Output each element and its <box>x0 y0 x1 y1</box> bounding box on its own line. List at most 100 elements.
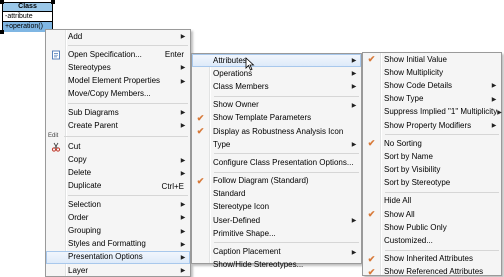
menu-item-sort-by-stereotype[interactable]: Sort by Stereotype <box>363 177 501 190</box>
submenu-arrow-icon: ▶ <box>180 78 186 85</box>
menu-item-label: Show Multiplicity <box>384 67 444 77</box>
menu-item-open-specification[interactable]: Open Specification... Enter <box>46 48 190 61</box>
menu-item-label: Hide All <box>384 196 412 206</box>
uml-class-name: Class <box>3 3 52 12</box>
menu-item-label: Styles and Formatting <box>68 239 146 249</box>
menu-item-attributes[interactable]: Attributes ▶ <box>192 54 361 68</box>
menu-item-delete[interactable]: Delete ▶ <box>46 167 190 180</box>
specification-icon <box>50 49 61 60</box>
resize-handle-bottom-left[interactable] <box>0 30 4 34</box>
menu-item-label: Customized... <box>384 236 433 246</box>
menu-item-show-initial-value[interactable]: ✔ Show Initial Value <box>363 53 501 66</box>
checkmark-icon: ✔ <box>367 209 376 220</box>
uml-class-shape[interactable]: Class -attribute +operation() <box>2 2 53 32</box>
menu-item-type[interactable]: Type ▶ <box>192 138 361 151</box>
checkmark-icon: ✔ <box>196 112 205 123</box>
menu-item-label: Attributes <box>213 55 247 65</box>
menu-item-model-element-properties[interactable]: Model Element Properties ▶ <box>46 75 190 88</box>
menu-item-add[interactable]: Add ▶ <box>46 30 190 43</box>
menu-item-show-public-only[interactable]: Show Public Only <box>363 221 501 234</box>
checkmark-icon: ✔ <box>196 125 205 136</box>
menu-item-standard[interactable]: Standard <box>192 188 361 201</box>
menu-item-label: Show All <box>384 209 415 219</box>
menu-item-hide-all[interactable]: Hide All <box>363 195 501 208</box>
menu-item-show-hide-stereotypes[interactable]: Show/Hide Stereotypes... <box>192 259 361 272</box>
menu-item-label: Open Specification... <box>68 49 142 59</box>
menu-item-label: Layer <box>68 265 89 275</box>
resize-handle-top-right[interactable] <box>51 0 55 4</box>
menu-item-styles-and-formatting[interactable]: Styles and Formatting ▶ <box>46 238 190 251</box>
menu-item-label: Primitive Shape... <box>213 228 276 238</box>
menu-item-class-members[interactable]: Class Members ▶ <box>192 80 361 93</box>
menu-item-label: Caption Placement <box>213 247 281 257</box>
checkmark-icon: ✔ <box>196 175 205 186</box>
submenu-arrow-icon: ▶ <box>491 123 497 130</box>
menu-item-follow-diagram-standard[interactable]: ✔ Follow Diagram (Standard) <box>192 175 361 188</box>
submenu-arrow-icon: ▶ <box>351 142 357 149</box>
menu-item-show-type[interactable]: Show Type ▶ <box>363 93 501 106</box>
menu-item-show-all[interactable]: ✔ Show All <box>363 208 501 221</box>
menu-item-order[interactable]: Order ▶ <box>46 211 190 224</box>
menu-item-duplicate[interactable]: Duplicate Ctrl+E <box>46 180 190 193</box>
menu-item-show-property-modifiers[interactable]: Show Property Modifiers ▶ <box>363 119 501 132</box>
menu-item-no-sorting[interactable]: ✔ No Sorting <box>363 137 501 150</box>
menu-item-display-as-robustness-analysis-icon[interactable]: ✔ Display as Robustness Analysis Icon <box>192 125 361 138</box>
menu-item-stereotype-icon[interactable]: Stereotype Icon <box>192 201 361 214</box>
menu-item-label: Standard <box>213 189 246 199</box>
menu-item-operations[interactable]: Operations ▶ <box>192 67 361 80</box>
uml-class-attribute[interactable]: -attribute <box>3 12 52 22</box>
menu-item-shortcut: Ctrl+E <box>161 181 184 191</box>
resize-handle-top-left[interactable] <box>0 0 4 4</box>
menu-item-label: Delete <box>68 168 92 178</box>
menu-item-show-inherited-attributes[interactable]: ✔ Show Inherited Attributes <box>363 253 501 266</box>
menu-item-label: Show Template Parameters <box>213 113 312 123</box>
menu-item-stereotypes[interactable]: Stereotypes ▶ <box>46 61 190 74</box>
menu-item-label: Show Referenced Attributes <box>384 267 484 277</box>
menu-item-grouping[interactable]: Grouping ▶ <box>46 224 190 237</box>
menu-item-primitive-shape[interactable]: Primitive Shape... <box>192 227 361 240</box>
checkmark-icon: ✔ <box>367 138 376 149</box>
menu-item-label: Create Parent <box>68 120 118 130</box>
submenu-arrow-icon: ▶ <box>180 65 186 72</box>
menu-item-sort-by-name[interactable]: Sort by Name <box>363 150 501 163</box>
menu-item-sub-diagrams[interactable]: Sub Diagrams ▶ <box>46 106 190 119</box>
submenu-arrow-icon: ▶ <box>180 254 186 261</box>
menu-item-cut[interactable]: Cut <box>46 140 190 153</box>
menu-item-configure-class-presentation-options[interactable]: Configure Class Presentation Options... <box>192 156 361 169</box>
menu-item-user-defined[interactable]: User-Defined ▶ <box>192 214 361 227</box>
menu-item-show-owner[interactable]: Show Owner ▶ <box>192 99 361 112</box>
submenu-arrow-icon: ▶ <box>180 170 186 177</box>
menu-item-label: Suppress Implied "1" Multiplicity <box>384 107 498 117</box>
submenu-arrow-icon: ▶ <box>351 84 357 91</box>
scissors-icon <box>50 141 61 152</box>
menu-item-selection[interactable]: Selection ▶ <box>46 198 190 211</box>
submenu-arrow-icon: ▶ <box>351 249 357 256</box>
menu-item-label: Configure Class Presentation Options... <box>213 157 354 167</box>
attributes-submenu: ✔ Show Initial Value Show Multiplicity Show… <box>362 52 502 277</box>
menu-item-show-referenced-attributes[interactable]: ✔ Show Referenced Attributes <box>363 266 501 277</box>
menu-item-show-code-details[interactable]: Show Code Details ▶ <box>363 79 501 92</box>
menu-item-show-template-parameters[interactable]: ✔ Show Template Parameters <box>192 112 361 125</box>
submenu-arrow-icon: ▶ <box>351 71 357 78</box>
menu-item-sort-by-visibility[interactable]: Sort by Visibility <box>363 164 501 177</box>
menu-section-header: Edit <box>46 132 190 140</box>
checkmark-icon: ✔ <box>367 54 376 64</box>
menu-item-label: Show Inherited Attributes <box>384 254 473 264</box>
menu-item-presentation-options[interactable]: Presentation Options ▶ <box>46 250 190 264</box>
menu-item-show-multiplicity[interactable]: Show Multiplicity <box>363 66 501 79</box>
menu-item-create-parent[interactable]: Create Parent ▶ <box>46 119 190 132</box>
menu-item-label: Sub Diagrams <box>68 107 119 117</box>
menu-item-customized[interactable]: Customized... <box>363 234 501 247</box>
submenu-arrow-icon: ▶ <box>491 83 497 90</box>
submenu-arrow-icon: ▶ <box>180 202 186 209</box>
menu-item-caption-placement[interactable]: Caption Placement ▶ <box>192 245 361 258</box>
menu-item-suppress-implied-1-multiplicity[interactable]: Suppress Implied "1" Multiplicity ▶ <box>363 106 502 119</box>
menu-item-label: Selection <box>68 199 101 209</box>
submenu-arrow-icon: ▶ <box>351 218 357 225</box>
menu-item-label: Show/Hide Stereotypes... <box>213 260 304 270</box>
menu-item-label: Operations <box>213 68 253 78</box>
menu-item-move-copy-members[interactable]: Move/Copy Members... <box>46 88 190 101</box>
menu-item-layer[interactable]: Layer ▶ <box>46 264 190 277</box>
menu-item-label: Grouping <box>68 226 101 236</box>
menu-item-copy[interactable]: Copy ▶ <box>46 154 190 167</box>
